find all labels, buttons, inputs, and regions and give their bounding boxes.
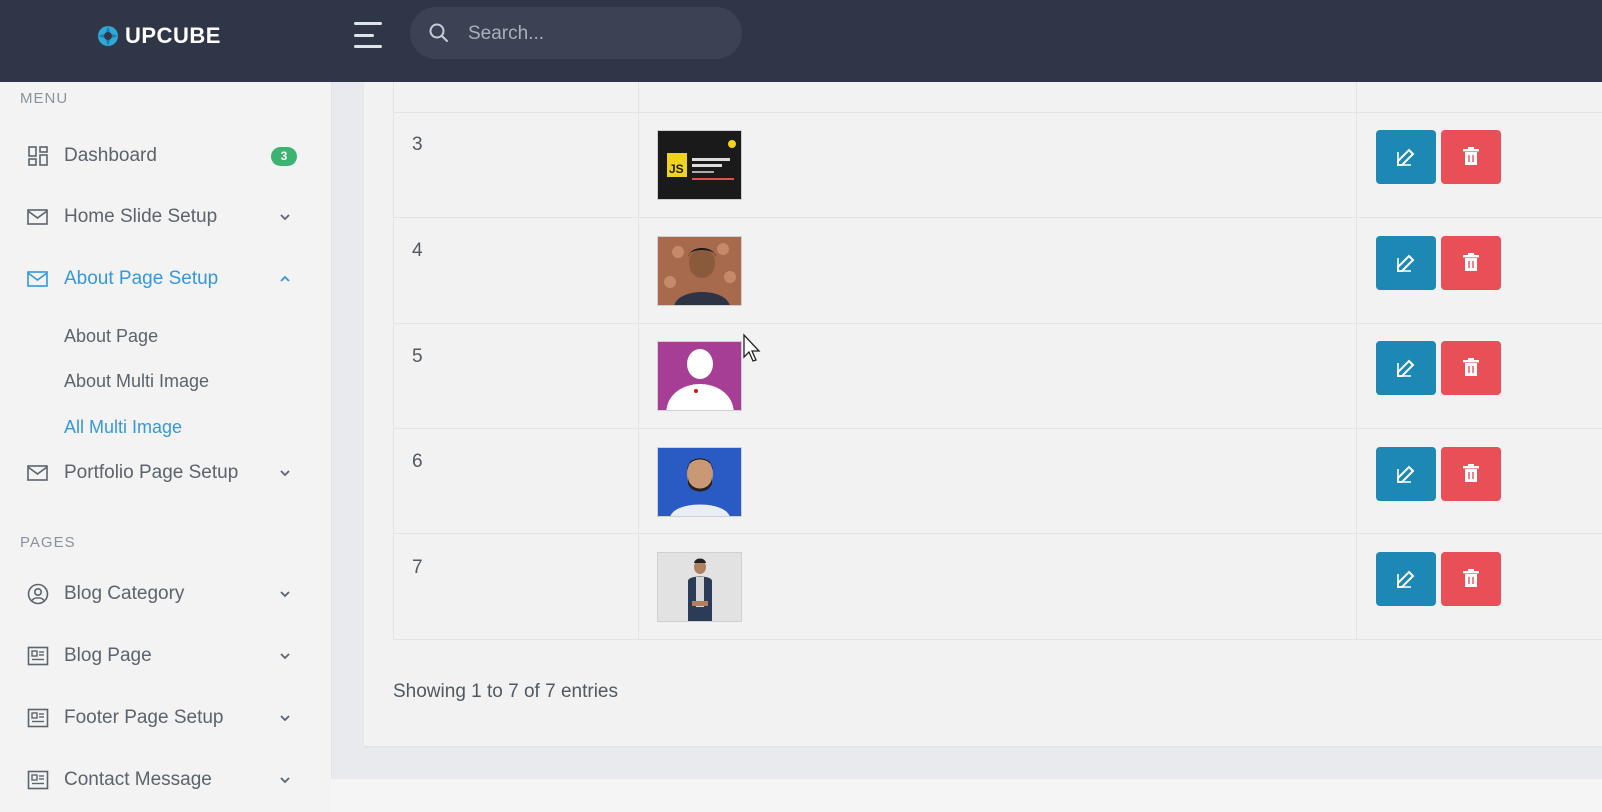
- newspaper-icon: [27, 646, 49, 666]
- table-divider: [638, 82, 639, 640]
- table-divider: [393, 217, 1602, 218]
- trash-icon: [1463, 358, 1479, 376]
- dashboard-icon: [28, 146, 48, 166]
- table-divider: [393, 428, 1602, 429]
- search-input[interactable]: [466, 7, 730, 61]
- top-navbar: UPCUBE: [0, 0, 1602, 82]
- edit-icon: [1397, 148, 1415, 166]
- delete-button[interactable]: [1441, 130, 1501, 184]
- row-number: 3: [412, 134, 423, 155]
- sidebar-item-label: About Page Setup: [64, 268, 219, 289]
- mail-icon: [27, 209, 48, 225]
- menu-toggle-icon[interactable]: [354, 22, 384, 48]
- sidebar-item-contact-message[interactable]: Contact Message: [0, 758, 331, 802]
- notification-badge: 3: [271, 146, 297, 166]
- chevron-down-icon: [280, 653, 290, 660]
- edit-icon: [1397, 359, 1415, 377]
- mouse-cursor-icon: [743, 333, 761, 362]
- avatar-placeholder-image: [658, 342, 741, 410]
- search-bar[interactable]: [410, 7, 742, 61]
- table-row-image: [657, 447, 742, 517]
- man-standing-image: [658, 553, 741, 621]
- chevron-down-icon: [280, 777, 290, 784]
- delete-button[interactable]: [1441, 236, 1501, 290]
- sidebar-item-footer-page-setup[interactable]: Footer Page Setup: [0, 696, 331, 740]
- sidebar-item-blog-page[interactable]: Blog Page: [0, 634, 331, 678]
- row-number: 4: [412, 240, 423, 261]
- mail-icon: [27, 465, 48, 481]
- delete-button[interactable]: [1441, 552, 1501, 606]
- mail-icon: [27, 271, 48, 287]
- edit-button[interactable]: [1376, 130, 1436, 184]
- table-divider: [1356, 82, 1357, 640]
- table-row-image: [657, 236, 742, 306]
- chevron-up-icon: [280, 275, 290, 282]
- newspaper-icon: [27, 708, 49, 728]
- edit-button[interactable]: [1376, 236, 1436, 290]
- logo-icon: [98, 26, 118, 46]
- chevron-down-icon: [280, 715, 290, 722]
- edit-button[interactable]: [1376, 447, 1436, 501]
- row-number: 7: [412, 557, 423, 578]
- page-footer: [331, 779, 1602, 812]
- sidebar-subitem-about-page[interactable]: About Page: [64, 326, 158, 347]
- sidebar-item-label: Contact Message: [64, 769, 212, 790]
- edit-button[interactable]: [1376, 552, 1436, 606]
- sidebar-item-dashboard[interactable]: Dashboard 3: [0, 134, 331, 178]
- chevron-down-icon: [280, 214, 290, 221]
- sidebar-item-label: Home Slide Setup: [64, 206, 218, 227]
- menu-section-title: MENU: [20, 90, 69, 107]
- brand-name: UPCUBE: [125, 23, 221, 48]
- js-thumbnail-image: JS: [658, 131, 741, 199]
- sidebar-item-blog-category[interactable]: Blog Category: [0, 572, 331, 616]
- sidebar-item-about-page-setup[interactable]: About Page Setup: [0, 257, 331, 301]
- chevron-down-icon: [280, 470, 290, 477]
- sidebar-item-label: Portfolio Page Setup: [64, 462, 239, 483]
- sidebar-item-label: Footer Page Setup: [64, 707, 224, 728]
- newspaper-icon: [27, 770, 49, 790]
- brand-logo[interactable]: UPCUBE: [97, 22, 221, 50]
- delete-button[interactable]: [1441, 341, 1501, 395]
- trash-icon: [1463, 569, 1479, 587]
- edit-icon: [1397, 254, 1415, 272]
- sidebar-item-home-slide-setup[interactable]: Home Slide Setup: [0, 195, 331, 239]
- edit-icon: [1397, 570, 1415, 588]
- table-row-image: [657, 341, 742, 411]
- table-divider: [393, 533, 1602, 534]
- sidebar-item-portfolio-page-setup[interactable]: Portfolio Page Setup: [0, 451, 331, 495]
- table-entries-info: Showing 1 to 7 of 7 entries: [393, 681, 618, 702]
- edit-button[interactable]: [1376, 341, 1436, 395]
- sidebar-subitem-about-multi-image[interactable]: About Multi Image: [64, 371, 209, 392]
- svg-text:JS: JS: [669, 162, 684, 176]
- edit-icon: [1397, 465, 1415, 483]
- row-number: 6: [412, 451, 423, 472]
- user-circle-icon: [27, 583, 49, 605]
- table-row-image: [657, 552, 742, 622]
- delete-button[interactable]: [1441, 447, 1501, 501]
- sidebar-item-label: Blog Page: [64, 645, 152, 666]
- chevron-down-icon: [280, 591, 290, 598]
- table-divider: [393, 323, 1602, 324]
- trash-icon: [1463, 464, 1479, 482]
- table-row-image: JS: [657, 130, 742, 200]
- table-divider: [393, 112, 1602, 113]
- table-divider: [393, 82, 394, 640]
- row-number: 5: [412, 346, 423, 367]
- sidebar-subitem-all-multi-image[interactable]: All Multi Image: [64, 417, 182, 438]
- man-blue-background-image: [658, 448, 741, 516]
- trash-icon: [1463, 147, 1479, 165]
- search-icon: [429, 23, 448, 42]
- sidebar-item-label: Dashboard: [64, 145, 157, 166]
- sidebar: MENU Dashboard 3 Home Slide Setup About …: [0, 82, 332, 812]
- table-divider: [393, 639, 1602, 640]
- trash-icon: [1463, 253, 1479, 271]
- person-portrait-image: [658, 237, 741, 305]
- pages-section-title: PAGES: [20, 534, 76, 551]
- sidebar-item-label: Blog Category: [64, 583, 185, 604]
